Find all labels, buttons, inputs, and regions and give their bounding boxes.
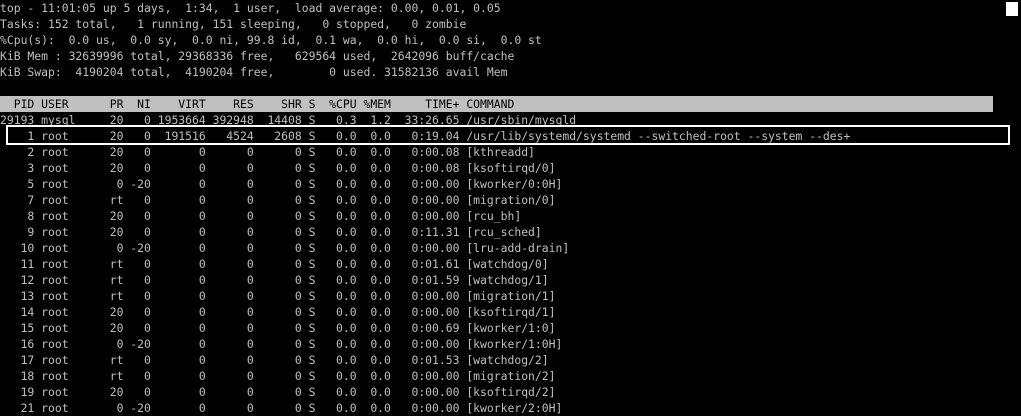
process-row: 18 root rt 0 0 0 0 S 0.0 0.0 0:00.00 [mi… (0, 369, 556, 383)
uptime-line: top - 11:01:05 up 5 days, 1:34, 1 user, … (0, 1, 501, 15)
process-row: 19 root 20 0 0 0 0 S 0.0 0.0 0:00.00 [ks… (0, 385, 556, 399)
process-row: 11 root rt 0 0 0 0 S 0.0 0.0 0:01.61 [wa… (0, 257, 549, 271)
tasks-line: Tasks: 152 total, 1 running, 151 sleepin… (0, 17, 467, 31)
memory-line: KiB Mem : 32639996 total, 29368336 free,… (0, 49, 515, 63)
process-row: 10 root 0 -20 0 0 0 S 0.0 0.0 0:00.00 [l… (0, 241, 570, 255)
process-row: 2 root 20 0 0 0 0 S 0.0 0.0 0:00.08 [kth… (0, 145, 535, 159)
process-row: 5 root 0 -20 0 0 0 S 0.0 0.0 0:00.00 [kw… (0, 177, 563, 191)
process-row: 12 root rt 0 0 0 0 S 0.0 0.0 0:01.59 [wa… (0, 273, 549, 287)
cpu-line: %Cpu(s): 0.0 us, 0.0 sy, 0.0 ni, 99.8 id… (0, 33, 542, 47)
process-row: 21 root 0 -20 0 0 0 S 0.0 0.0 0:00.00 [k… (0, 401, 563, 415)
process-row: 3 root 20 0 0 0 0 S 0.0 0.0 0:00.08 [kso… (0, 161, 556, 175)
column-header-bar: PID USER PR NI VIRT RES SHR S %CPU %MEM … (0, 96, 993, 112)
selected-row-highlight (6, 125, 1010, 145)
process-row: 9 root 20 0 0 0 0 S 0.0 0.0 0:11.31 [rcu… (0, 225, 542, 239)
process-row: 16 root 0 -20 0 0 0 S 0.0 0.0 0:00.00 [k… (0, 337, 563, 351)
process-row: 17 root rt 0 0 0 0 S 0.0 0.0 0:01.53 [wa… (0, 353, 549, 367)
swap-line: KiB Swap: 4190204 total, 4190204 free, 0… (0, 65, 508, 79)
process-row: 14 root 20 0 0 0 0 S 0.0 0.0 0:00.00 [ks… (0, 305, 556, 319)
scrollbar-thumb[interactable] (1006, 2, 1018, 16)
process-row: 13 root rt 0 0 0 0 S 0.0 0.0 0:00.00 [mi… (0, 289, 556, 303)
process-row: 15 root 20 0 0 0 0 S 0.0 0.0 0:00.69 [kw… (0, 321, 556, 335)
column-header: PID USER PR NI VIRT RES SHR S %CPU %MEM … (0, 97, 515, 111)
process-row: 7 root rt 0 0 0 0 S 0.0 0.0 0:00.00 [mig… (0, 193, 556, 207)
process-row: 8 root 20 0 0 0 0 S 0.0 0.0 0:00.00 [rcu… (0, 209, 522, 223)
